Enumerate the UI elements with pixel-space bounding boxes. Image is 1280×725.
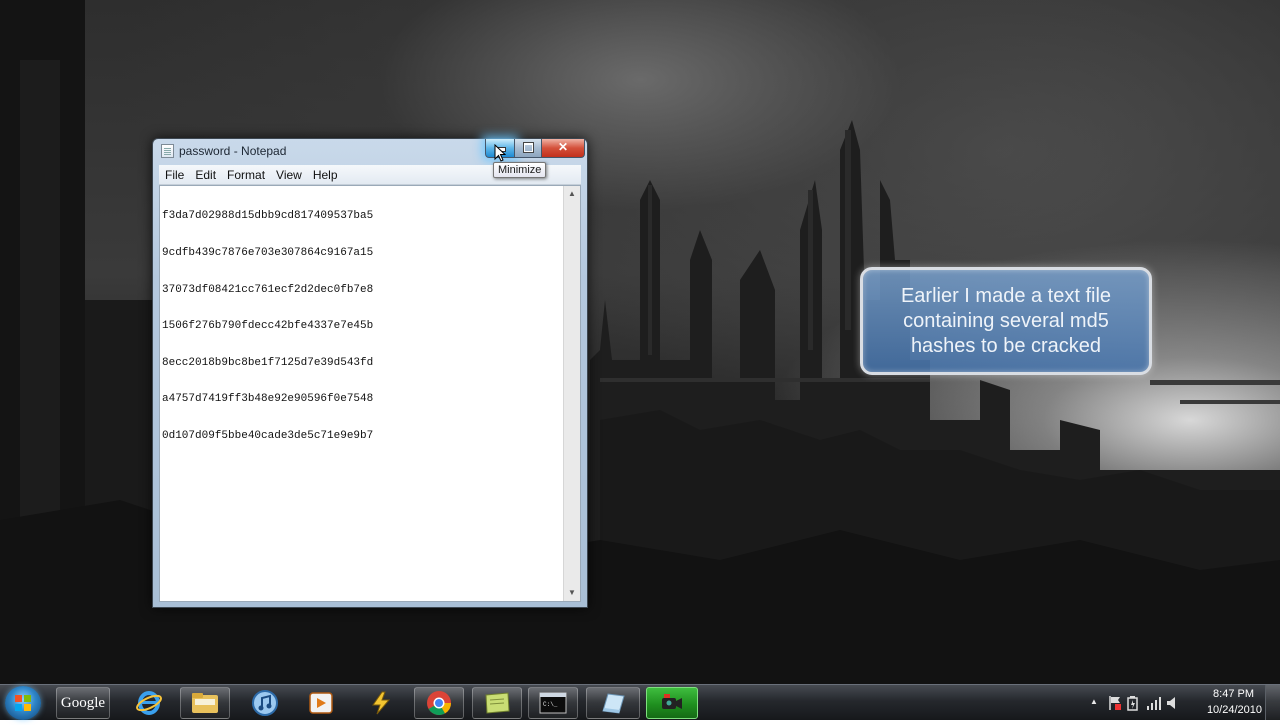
taskbar: Google C:\_ ▲ 8:47 PM 10/24/2010	[0, 684, 1280, 720]
vertical-scrollbar[interactable]: ▲ ▼	[563, 186, 580, 601]
maximize-icon	[522, 142, 534, 153]
menu-edit[interactable]: Edit	[189, 165, 221, 183]
windows-logo-icon	[15, 695, 31, 711]
lightning-icon	[372, 691, 391, 715]
text-line: 37073df08421cc761ecf2d2dec0fb7e8	[162, 283, 374, 296]
menu-format[interactable]: Format	[221, 165, 270, 183]
clock-time[interactable]: 8:47 PM	[1213, 688, 1254, 700]
close-icon: ✕	[557, 140, 569, 154]
cmd-prompt-text: C:\_	[543, 701, 558, 708]
chrome-icon	[427, 691, 451, 716]
notepad-window[interactable]: password - Notepad ✕ File Edit Format View H…	[152, 138, 588, 608]
text-editor[interactable]: f3da7d02988d15dbb9cd817409537ba5 9cdfb43…	[159, 185, 581, 602]
close-button[interactable]: ✕	[541, 139, 585, 158]
taskbar-command-prompt[interactable]: C:\_	[528, 687, 578, 719]
volume-icon[interactable]	[1166, 695, 1180, 711]
taskbar-chrome[interactable]	[414, 687, 464, 719]
power-icon[interactable]	[1126, 695, 1140, 711]
show-hidden-icons-icon[interactable]: ▲	[1090, 697, 1098, 706]
annotation-callout: Earlier I made a text file containing se…	[860, 267, 1152, 375]
google-label: Google	[60, 695, 106, 711]
network-signal-icon[interactable]	[1146, 695, 1162, 711]
menu-file[interactable]: File	[159, 165, 189, 183]
sticky-note-icon	[485, 692, 510, 714]
callout-line: Earlier I made a text file	[900, 285, 1112, 307]
taskbar-google[interactable]: Google	[56, 687, 110, 719]
taskbar-windows-explorer[interactable]	[180, 687, 230, 719]
taskbar-itunes[interactable]	[240, 687, 290, 719]
text-line: 0d107d09f5bbe40cade3de5c71e9e9b7	[162, 430, 374, 443]
text-line: 8ecc2018b9bc8be1f7125d7e39d543fd	[162, 356, 374, 369]
system-tray: ▲ 8:47 PM 10/24/2010	[1080, 685, 1280, 721]
window-title: password - Notepad	[179, 144, 287, 158]
folder-icon	[192, 693, 218, 713]
taskbar-media-player[interactable]	[296, 687, 346, 719]
mouse-cursor-icon	[494, 144, 506, 162]
scroll-down-arrow-icon[interactable]: ▼	[564, 585, 580, 601]
editor-text[interactable]: f3da7d02988d15dbb9cd817409537ba5 9cdfb43…	[162, 186, 373, 467]
text-line: a4757d7419ff3b48e92e90596f0e7548	[162, 393, 374, 406]
callout-line: hashes to be cracked	[910, 335, 1102, 357]
ie-icon	[136, 691, 162, 715]
action-center-flag-icon[interactable]	[1108, 695, 1122, 711]
callout-line: containing several md5	[903, 310, 1109, 332]
scroll-up-arrow-icon[interactable]: ▲	[564, 186, 580, 202]
notepad-icon	[602, 693, 625, 714]
taskbar-camtasia-recorder[interactable]	[646, 687, 698, 719]
taskbar-notepad[interactable]	[586, 687, 640, 719]
menu-help[interactable]: Help	[307, 165, 343, 183]
taskbar-notes[interactable]	[472, 687, 522, 719]
clock-date[interactable]: 10/24/2010	[1207, 704, 1262, 716]
itunes-icon	[252, 690, 278, 716]
text-line: 9cdfb439c7876e703e307864c9167a15	[162, 247, 374, 260]
taskbar-app-yellow[interactable]	[356, 687, 406, 719]
show-desktop-button[interactable]	[1265, 685, 1280, 720]
title-bar[interactable]: password - Notepad ✕	[153, 139, 587, 163]
desktop: password - Notepad ✕ File Edit Format View H…	[0, 0, 1280, 684]
text-line: f3da7d02988d15dbb9cd817409537ba5	[162, 210, 374, 223]
text-line: 1506f276b790fdecc42bfe4337e7e45b	[162, 320, 374, 333]
menu-view[interactable]: View	[270, 165, 307, 183]
maximize-button[interactable]	[514, 139, 542, 158]
media-player-icon	[309, 692, 333, 714]
video-camera-icon	[662, 694, 682, 709]
notepad-icon[interactable]	[161, 144, 174, 158]
minimize-tooltip: Minimize	[493, 162, 547, 178]
start-button[interactable]	[5, 686, 41, 720]
taskbar-internet-explorer[interactable]	[124, 687, 174, 719]
cmd-icon: C:\_	[539, 692, 567, 714]
